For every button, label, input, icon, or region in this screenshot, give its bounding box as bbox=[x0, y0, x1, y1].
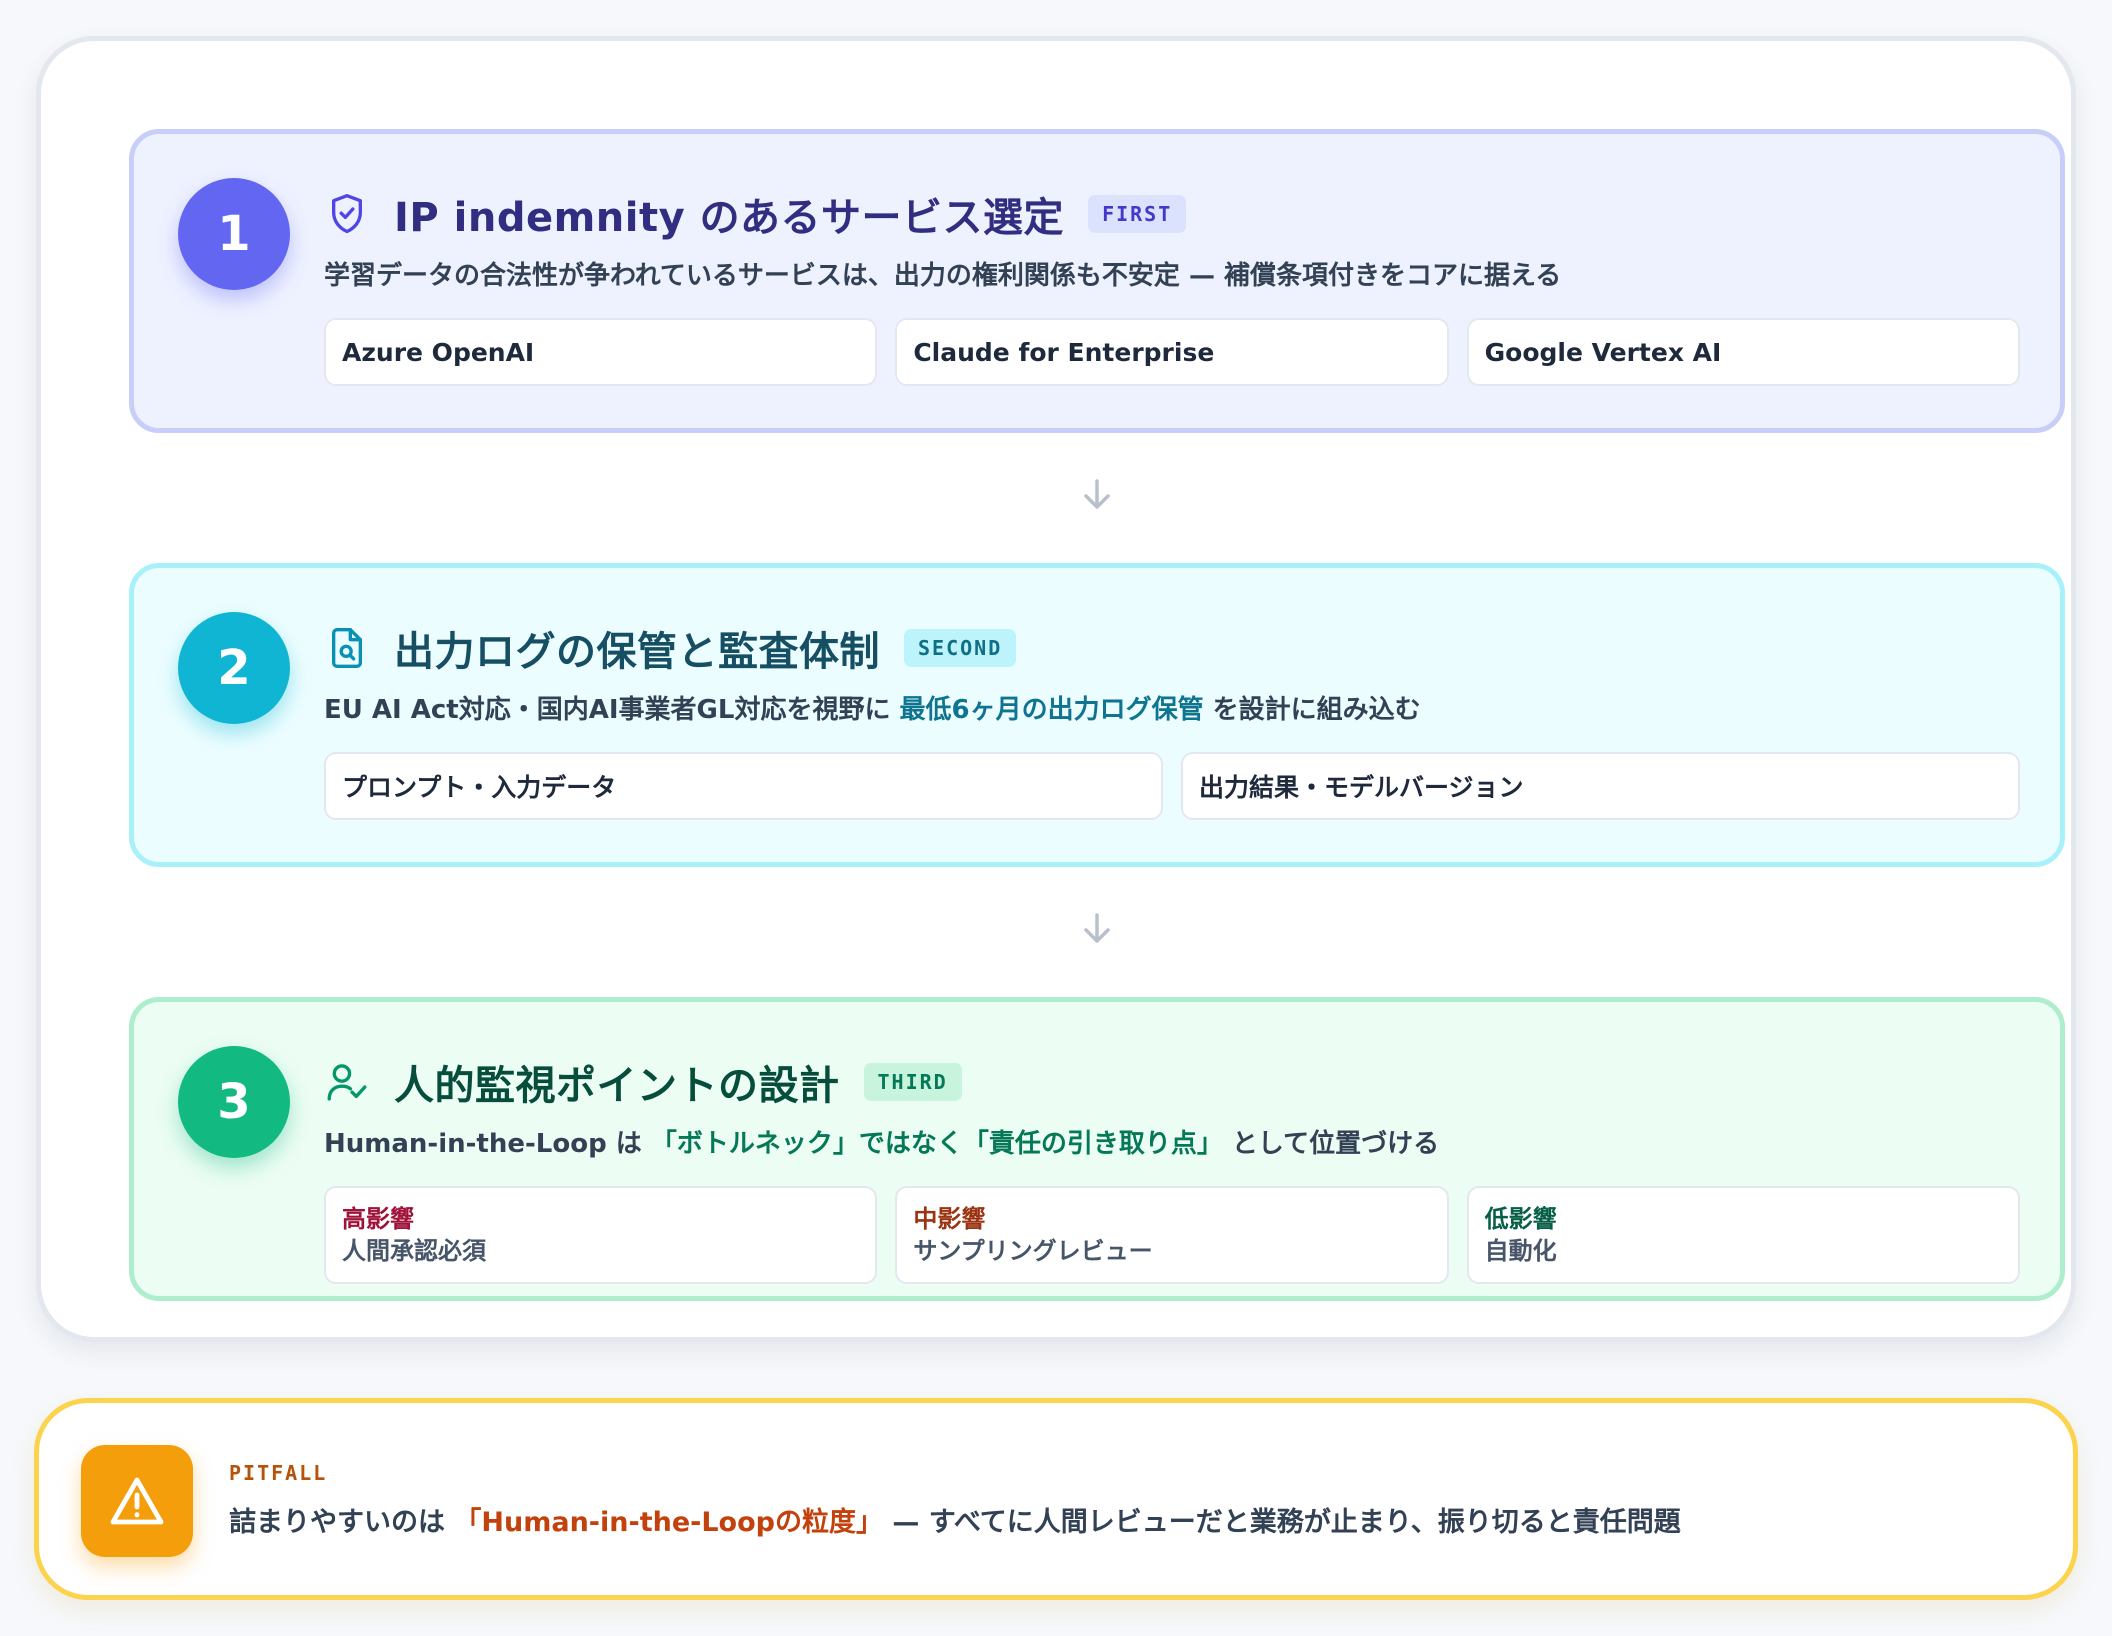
impact-level-value: 人間承認必須 bbox=[342, 1237, 486, 1265]
steps-card: 1 IP indemnity のあるサービス選定 FIRST 学習データの合法性… bbox=[36, 36, 2076, 1342]
step-header: IP indemnity のあるサービス選定 FIRST bbox=[324, 182, 1187, 246]
step-number-badge: 1 bbox=[178, 178, 290, 290]
user-check-icon bbox=[324, 1059, 370, 1105]
step-output-log: 2 出力ログの保管と監査体制 SECOND EU AI Act対応・国内AI事業… bbox=[129, 563, 2065, 867]
service-chip: Azure OpenAI bbox=[324, 318, 878, 386]
impact-level-key: 高影響 bbox=[342, 1205, 414, 1233]
service-list: Azure OpenAI Claude for Enterprise Googl… bbox=[324, 318, 2020, 386]
step-ip-indemnity: 1 IP indemnity のあるサービス選定 FIRST 学習データの合法性… bbox=[129, 129, 2065, 433]
step-description: EU AI Act対応・国内AI事業者GL対応を視野に 最低6ヶ月の出力ログ保管… bbox=[324, 695, 1421, 725]
step-header: 出力ログの保管と監査体制 SECOND bbox=[324, 616, 1017, 680]
impact-level-value: 自動化 bbox=[1484, 1237, 1557, 1265]
step-title: IP indemnity のあるサービス選定 bbox=[394, 195, 1065, 241]
step-order-badge: SECOND bbox=[904, 629, 1017, 667]
step-title: 人的監視ポイントの設計 bbox=[394, 1063, 840, 1109]
pitfall-label: PITFALL bbox=[229, 1461, 328, 1485]
pitfall-text: 詰まりやすいのは 「Human-in-the-Loopの粒度」 — すべてに人間… bbox=[229, 1507, 1681, 1538]
log-item-chip: 出力結果・モデルバージョン bbox=[1181, 752, 2020, 820]
description-highlight: 最低6ヶ月の出力ログ保管 bbox=[899, 695, 1204, 725]
step-description: 学習データの合法性が争われているサービスは、出力の権利関係も不安定 — 補償条項… bbox=[324, 261, 1562, 291]
service-chip: Claude for Enterprise bbox=[895, 318, 1449, 386]
impact-level-key: 中影響 bbox=[913, 1205, 986, 1233]
log-item-chip: プロンプト・入力データ bbox=[324, 752, 1163, 820]
impact-level-chip: 高影響 人間承認必須 bbox=[324, 1186, 878, 1284]
impact-level-chip: 中影響 サンプリングレビュー bbox=[895, 1186, 1449, 1284]
shield-check-icon bbox=[324, 191, 370, 237]
warning-icon bbox=[81, 1445, 193, 1557]
step-human-oversight: 3 人的監視ポイントの設計 THIRD Human-in-the-Loop は … bbox=[129, 997, 2065, 1301]
step-header: 人的監視ポイントの設計 THIRD bbox=[324, 1050, 962, 1114]
log-item-list: プロンプト・入力データ 出力結果・モデルバージョン bbox=[324, 752, 2020, 820]
step-title: 出力ログの保管と監査体制 bbox=[394, 629, 880, 675]
step-number-badge: 3 bbox=[178, 1046, 290, 1158]
impact-level-chip: 低影響 自動化 bbox=[1466, 1186, 2020, 1284]
step-order-badge: FIRST bbox=[1088, 195, 1187, 233]
step-order-badge: THIRD bbox=[863, 1063, 962, 1101]
pitfall-callout: PITFALL 詰まりやすいのは 「Human-in-the-Loopの粒度」 … bbox=[34, 1398, 2078, 1600]
impact-level-value: サンプリングレビュー bbox=[913, 1237, 1153, 1265]
step-description: Human-in-the-Loop は 「ボトルネック」ではなく「責任の引き取り… bbox=[324, 1129, 1440, 1159]
pitfall-highlight: 「Human-in-the-Loopの粒度」 bbox=[454, 1507, 883, 1538]
impact-level-key: 低影響 bbox=[1484, 1205, 1557, 1233]
arrow-down-icon bbox=[1084, 479, 1110, 509]
impact-level-list: 高影響 人間承認必須 中影響 サンプリングレビュー 低影響 自動化 bbox=[324, 1186, 2020, 1284]
service-chip: Google Vertex AI bbox=[1466, 318, 2020, 386]
description-highlight: 「ボトルネック」ではなく「責任の引き取り点」 bbox=[650, 1129, 1223, 1159]
document-search-icon bbox=[324, 625, 370, 671]
arrow-down-icon bbox=[1084, 913, 1110, 943]
step-number-badge: 2 bbox=[178, 612, 290, 724]
